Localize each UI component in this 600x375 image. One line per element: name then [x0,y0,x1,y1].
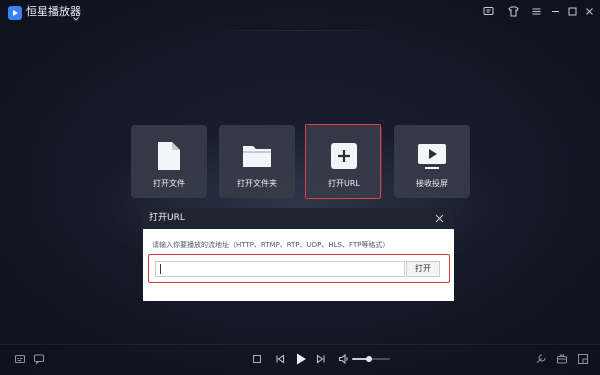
skin-icon[interactable] [507,5,520,18]
url-hint-text: 请输入你要播放的流地址（HTTP、RTMP、RTP、UDP、HLS、FTP等格式… [152,241,390,249]
play-icon[interactable] [294,352,308,366]
previous-icon[interactable] [274,353,286,365]
caption-icon[interactable] [33,353,45,365]
minimize-icon[interactable] [549,5,562,18]
menu-icon[interactable] [530,5,543,18]
dialog-close-icon[interactable] [435,214,444,223]
open-file-label: 打开文件 [153,179,185,188]
chevron-down-icon[interactable] [72,8,80,21]
subtitle-icon[interactable] [14,353,26,365]
next-icon[interactable] [315,353,327,365]
screen-cast-icon [417,141,447,171]
stop-icon[interactable] [251,353,263,365]
plus-icon [329,141,359,171]
fullscreen-icon[interactable] [577,353,589,365]
open-button[interactable]: 打开 [406,261,440,277]
folder-icon [242,141,272,171]
tools-icon[interactable] [535,353,547,365]
decorative-light-streak [200,30,400,31]
receive-cast-tile[interactable]: 接收投屏 [394,125,470,198]
volume-icon[interactable] [338,353,350,365]
feedback-icon[interactable] [482,5,495,18]
open-file-tile[interactable]: 打开文件 [131,125,207,198]
open-url-tile[interactable]: 打开URL [306,125,382,198]
url-input[interactable] [155,261,405,277]
toolbox-icon[interactable] [556,353,568,365]
text-caret [160,264,161,274]
open-folder-tile[interactable]: 打开文件夹 [219,125,295,198]
volume-knob[interactable] [366,356,373,362]
app-logo-icon [8,5,22,20]
open-url-dialog: 打开URL 请输入你要播放的流地址（HTTP、RTMP、RTP、UDP、HLS、… [143,208,454,301]
open-folder-label: 打开文件夹 [237,179,277,188]
receive-cast-label: 接收投屏 [416,179,448,188]
bottom-divider [0,344,600,345]
dialog-header[interactable]: 打开URL [143,208,454,229]
open-url-label: 打开URL [328,179,360,188]
dialog-title: 打开URL [149,213,185,223]
volume-slider[interactable] [352,356,390,362]
maximize-icon[interactable] [566,5,579,18]
close-icon[interactable] [583,5,596,18]
file-icon [154,141,184,171]
title-bar: 恒星播放器 [0,0,600,24]
